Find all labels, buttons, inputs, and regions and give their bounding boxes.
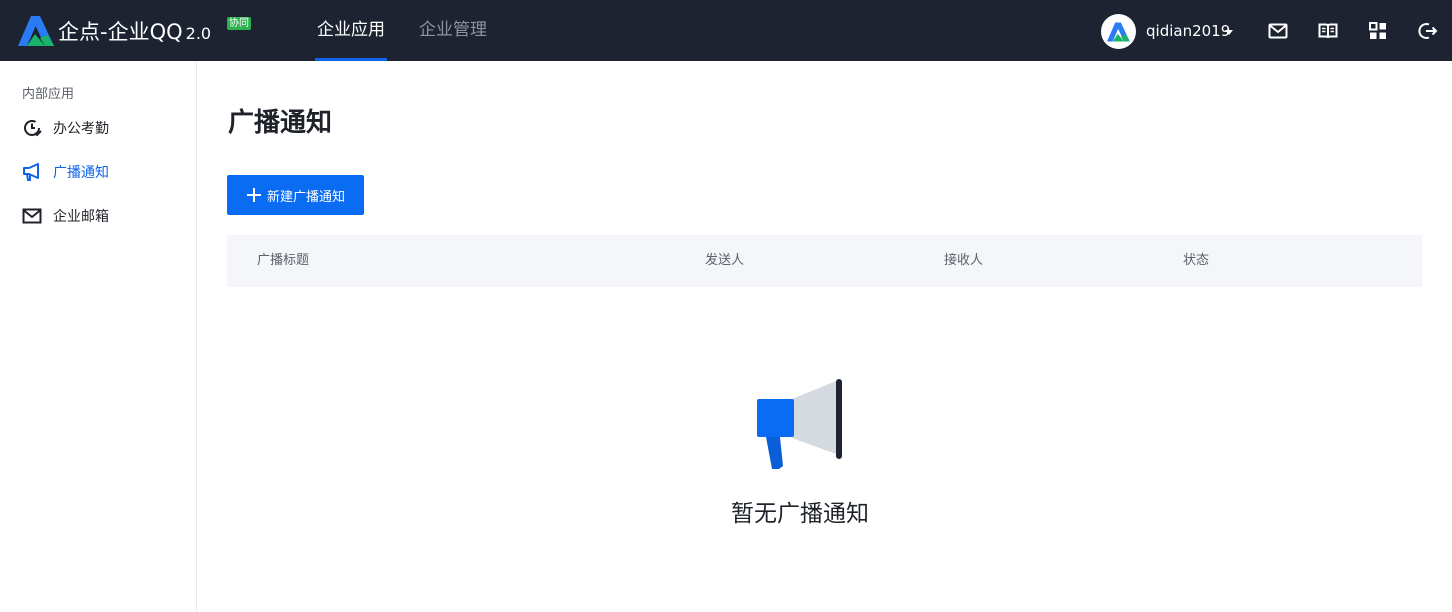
plus-icon <box>246 188 261 202</box>
sidebar-item-label: 广播通知 <box>53 165 109 181</box>
chevron-down-icon[interactable] <box>1225 30 1233 35</box>
empty-state-text: 暂无广播通知 <box>731 501 869 527</box>
app-logo[interactable]: 企点-企业QQ 2.0 协同 <box>18 16 251 46</box>
logo-badge: 协同 <box>227 17 251 30</box>
apps-grid-icon[interactable] <box>1368 21 1388 41</box>
tab-label: 企业管理 <box>419 20 487 40</box>
empty-megaphone-icon <box>757 379 842 469</box>
column-header-status[interactable]: 状态 <box>1183 235 1209 287</box>
username[interactable]: qidian2019 <box>1146 0 1230 61</box>
sidebar: 内部应用 办公考勤 广播通知 企业邮箱 <box>0 61 197 612</box>
sidebar-item-broadcast[interactable]: 广播通知 <box>22 161 109 183</box>
book-icon[interactable] <box>1318 21 1338 41</box>
column-header-sender[interactable]: 发送人 <box>705 235 744 287</box>
tab-enterprise-management[interactable]: 企业管理 <box>417 0 489 61</box>
user-avatar[interactable] <box>1101 14 1136 49</box>
new-broadcast-button-label: 新建广播通知 <box>266 188 345 204</box>
mail-icon <box>22 206 42 226</box>
page-title: 广播通知 <box>228 108 333 138</box>
logo-version: 2.0 <box>185 24 212 43</box>
qidian-logo-icon <box>18 16 54 46</box>
sidebar-group-label: 内部应用 <box>22 87 75 102</box>
column-header-title[interactable]: 广播标题 <box>257 235 309 287</box>
attendance-clock-icon <box>22 118 42 138</box>
tab-enterprise-apps[interactable]: 企业应用 <box>315 0 387 61</box>
column-header-receiver[interactable]: 接收人 <box>944 235 983 287</box>
sidebar-item-label: 企业邮箱 <box>53 209 109 225</box>
tab-label: 企业应用 <box>317 20 385 40</box>
sidebar-item-attendance[interactable]: 办公考勤 <box>22 117 109 139</box>
table-header: 广播标题 发送人 接收人 状态 <box>227 235 1422 287</box>
mail-icon[interactable] <box>1268 21 1288 41</box>
top-navigation-bar: 企点-企业QQ 2.0 协同 企业应用 企业管理 qidian2019 <box>0 0 1452 61</box>
sidebar-item-label: 办公考勤 <box>53 121 109 137</box>
logout-icon[interactable] <box>1418 21 1438 41</box>
megaphone-icon <box>22 162 42 182</box>
avatar-logo-icon <box>1106 22 1130 41</box>
sidebar-item-mail[interactable]: 企业邮箱 <box>22 205 109 227</box>
new-broadcast-button[interactable]: 新建广播通知 <box>227 175 364 215</box>
logo-text: 企点-企业QQ <box>58 20 183 44</box>
